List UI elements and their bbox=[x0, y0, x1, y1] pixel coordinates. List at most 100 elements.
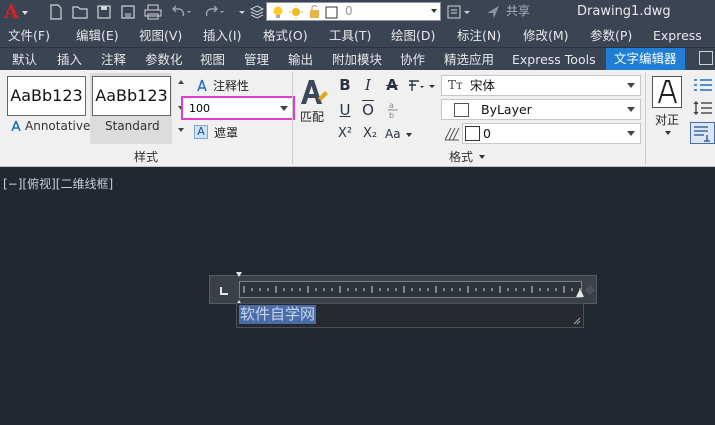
justification-button[interactable] bbox=[652, 76, 682, 108]
style-card-standard[interactable]: AaBb123 bbox=[92, 76, 171, 116]
style-name-standard: Standard bbox=[105, 119, 160, 133]
ribbon-minimize-icon[interactable] bbox=[699, 51, 713, 65]
superscript-button[interactable]: X² bbox=[337, 125, 353, 143]
italic-button[interactable]: I bbox=[360, 76, 376, 94]
brush-a-icon bbox=[301, 80, 328, 104]
menu-insert[interactable]: 插入(I) bbox=[203, 27, 241, 44]
chevron-down-icon[interactable] bbox=[280, 106, 288, 111]
title-bar: A 0 共享 Drawing1.dwg bbox=[0, 0, 715, 24]
annotative-icon bbox=[11, 120, 21, 132]
tab-stop-icon[interactable] bbox=[219, 285, 229, 295]
chevron-down-icon bbox=[627, 83, 635, 88]
save-as-icon[interactable] bbox=[120, 4, 136, 20]
fraction-icon: ab bbox=[388, 101, 398, 120]
print-icon[interactable] bbox=[144, 4, 162, 20]
menu-express[interactable]: Express bbox=[653, 27, 702, 44]
ribbon-tab-bar: 默认 插入 注释 参数化 视图 管理 输出 附加模块 协作 精选应用 Expre… bbox=[0, 47, 715, 70]
annotative-icon bbox=[197, 79, 207, 92]
redo-icon[interactable] bbox=[204, 4, 226, 20]
tab-annotate[interactable]: 注释 bbox=[101, 51, 126, 68]
change-case-button[interactable]: Aa bbox=[385, 125, 413, 143]
layer-state-icons bbox=[273, 5, 338, 19]
tab-manage[interactable]: 管理 bbox=[244, 51, 269, 68]
layer-match-icon[interactable] bbox=[446, 4, 462, 20]
font-dropdown[interactable]: Tт 宋体 bbox=[441, 75, 641, 96]
resize-grip-icon[interactable] bbox=[573, 317, 581, 325]
bold-button[interactable]: B bbox=[337, 76, 353, 94]
menu-modify[interactable]: 修改(M) bbox=[523, 27, 569, 44]
stack-icon bbox=[409, 80, 435, 91]
share-button[interactable]: 共享 bbox=[485, 4, 530, 20]
tab-output[interactable]: 输出 bbox=[288, 51, 313, 68]
open-folder-icon[interactable] bbox=[72, 4, 90, 20]
gallery-expand-icon[interactable] bbox=[178, 128, 184, 132]
oblique-angle-icon bbox=[443, 126, 461, 142]
text-height-combo[interactable] bbox=[181, 96, 295, 120]
ruler-grip-icon[interactable] bbox=[585, 285, 595, 295]
indent-marker-icon[interactable] bbox=[235, 272, 243, 306]
tab-addins[interactable]: 附加模块 bbox=[332, 51, 382, 68]
mask-icon: A bbox=[194, 125, 208, 139]
viewport-label[interactable]: [−][俯视][二维线框] bbox=[3, 176, 113, 192]
app-logo-letter: A bbox=[4, 1, 19, 23]
paragraph-align-icon[interactable] bbox=[690, 122, 715, 144]
document-title: Drawing1.dwg bbox=[577, 4, 671, 19]
menu-file[interactable]: 文件(F) bbox=[8, 27, 50, 44]
mask-label: 遮罩 bbox=[214, 126, 239, 140]
chevron-down-icon[interactable] bbox=[665, 131, 671, 135]
font-dropdown-value: 宋体 bbox=[470, 78, 496, 93]
tab-express-tools[interactable]: Express Tools bbox=[512, 51, 596, 68]
overline-button[interactable]: O bbox=[360, 101, 376, 119]
menu-view[interactable]: 视图(V) bbox=[139, 27, 182, 44]
justify-a-icon bbox=[658, 80, 677, 104]
tab-featured-apps[interactable]: 精选应用 bbox=[444, 51, 494, 68]
subscript-button[interactable]: X₂ bbox=[361, 125, 379, 143]
ruler-scale bbox=[239, 281, 582, 298]
menu-edit[interactable]: 编辑(E) bbox=[76, 27, 119, 44]
share-label: 共享 bbox=[506, 4, 531, 18]
match-text-format-button[interactable] bbox=[298, 76, 330, 106]
layer-properties-icon[interactable] bbox=[249, 4, 265, 20]
menu-draw[interactable]: 绘图(D) bbox=[391, 27, 435, 44]
tab-collaborate[interactable]: 协作 bbox=[400, 51, 425, 68]
tab-view[interactable]: 视图 bbox=[200, 51, 225, 68]
menu-bar: 文件(F) 编辑(E) 视图(V) 插入(I) 格式(O) 工具(T) 绘图(D… bbox=[0, 24, 715, 47]
bullets-icon[interactable] bbox=[693, 78, 713, 92]
app-menu-button[interactable]: A bbox=[3, 1, 31, 23]
chevron-down-icon bbox=[479, 155, 485, 159]
chevron-down-icon bbox=[22, 11, 28, 15]
chevron-down-icon bbox=[431, 9, 437, 13]
mtext-editor[interactable]: 软件自学网 bbox=[236, 303, 584, 328]
new-file-icon[interactable] bbox=[48, 4, 64, 20]
stack-fraction-button[interactable]: ab bbox=[386, 100, 400, 120]
justification-label: 对正 bbox=[655, 113, 680, 127]
stack-button[interactable] bbox=[408, 78, 436, 94]
tab-insert[interactable]: 插入 bbox=[57, 51, 82, 68]
text-color-dropdown[interactable]: ByLayer bbox=[441, 99, 641, 120]
right-margin-marker-icon[interactable] bbox=[576, 289, 584, 299]
menu-tools[interactable]: 工具(T) bbox=[329, 27, 371, 44]
more-chevron-icon[interactable] bbox=[463, 4, 471, 20]
menu-format[interactable]: 格式(O) bbox=[263, 27, 308, 44]
font-type-icon: Tт bbox=[448, 78, 463, 92]
tab-text-editor[interactable]: 文字编辑器 bbox=[606, 48, 685, 70]
oblique-angle-dropdown[interactable]: 0 bbox=[462, 123, 641, 144]
layer-combo-value: 0 bbox=[345, 4, 353, 18]
mtext-ruler[interactable] bbox=[209, 272, 597, 306]
mtext-selected-text[interactable]: 软件自学网 bbox=[239, 305, 317, 324]
text-height-input[interactable] bbox=[189, 101, 277, 116]
format-panel-expander[interactable]: 格式 bbox=[449, 150, 493, 164]
save-icon[interactable] bbox=[96, 4, 112, 20]
more-chevron-icon[interactable] bbox=[238, 4, 246, 20]
line-spacing-icon[interactable] bbox=[693, 101, 713, 115]
scroll-up-icon[interactable] bbox=[178, 80, 184, 84]
layer-combo[interactable]: 0 bbox=[266, 2, 441, 21]
menu-parametric[interactable]: 参数(P) bbox=[590, 27, 632, 44]
underline-button[interactable]: U bbox=[337, 101, 353, 119]
style-card-annotative[interactable]: AaBb123 bbox=[7, 76, 86, 116]
undo-icon[interactable] bbox=[170, 4, 192, 20]
menu-dimension[interactable]: 标注(N) bbox=[457, 27, 501, 44]
tab-parametric[interactable]: 参数化 bbox=[145, 51, 183, 68]
strikethrough-button[interactable]: A bbox=[384, 76, 400, 94]
tab-home[interactable]: 默认 bbox=[12, 51, 37, 68]
